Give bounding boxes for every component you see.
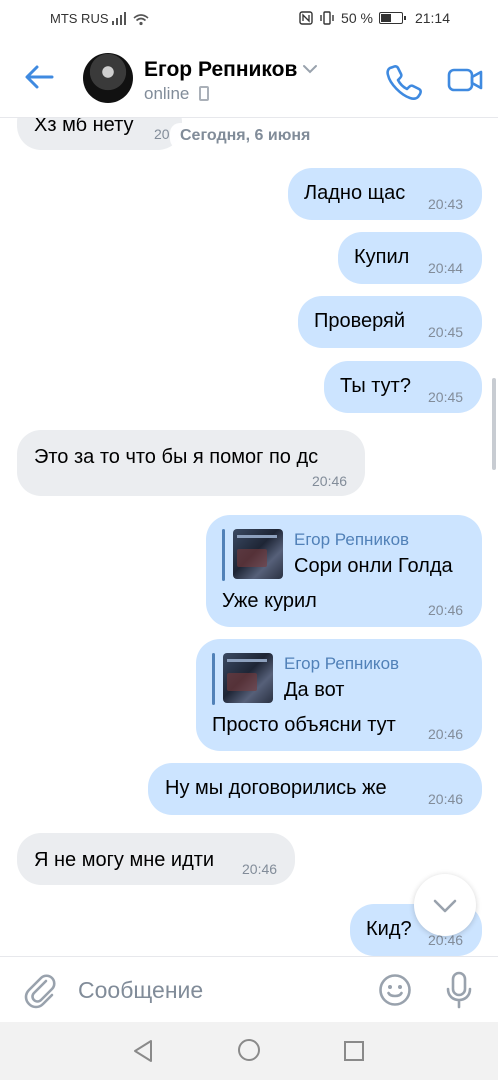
signal-wifi-icon — [112, 12, 149, 26]
contact-status: online — [144, 84, 190, 103]
scrollbar[interactable] — [492, 378, 496, 470]
date-separator: Сегодня, 6 июня — [170, 123, 321, 149]
message-text: Ладно щас — [304, 182, 406, 204]
message-bubble-reply[interactable]: Егор Репников Сори онли Голда Уже курил … — [206, 515, 482, 627]
message-time: 20:46 — [242, 861, 278, 877]
reply-quote: Сори онли Голда — [294, 555, 453, 577]
message-input[interactable] — [78, 969, 358, 1011]
message-bubble-reply[interactable]: Егор Репников Да вот Просто объясни тут … — [196, 639, 482, 751]
reply-bar — [212, 653, 215, 705]
reply-bar — [222, 529, 225, 581]
battery-percent: 50 % — [341, 10, 373, 26]
video-camera-icon[interactable] — [446, 60, 486, 100]
message-bubble[interactable]: Ты тут? 20:45 — [324, 361, 482, 413]
status-right: 50 % 21:14 — [299, 10, 450, 26]
carrier-label: MTS RUS — [50, 11, 109, 26]
nav-back-icon[interactable] — [132, 1039, 154, 1063]
message-bubble[interactable]: Купил 20:44 — [338, 232, 482, 284]
paperclip-icon[interactable] — [22, 971, 58, 1009]
nav-recents-icon[interactable] — [343, 1040, 365, 1062]
message-text: Купил — [354, 246, 410, 268]
message-time: 20:46 — [312, 473, 348, 489]
microphone-icon[interactable] — [444, 971, 474, 1009]
chat-header: Егор Репников online — [0, 38, 498, 118]
reply-quote: Да вот — [284, 679, 345, 701]
battery-icon — [378, 12, 406, 24]
message-bubble[interactable]: Ну мы договорились же 20:46 — [148, 763, 482, 815]
reply-thumbnail[interactable] — [223, 653, 273, 703]
smile-icon[interactable] — [378, 973, 412, 1007]
message-bubble[interactable]: Проверяй 20:45 — [298, 296, 482, 348]
nav-home-icon[interactable] — [237, 1038, 261, 1062]
message-text: Это за то что бы я помог по дс — [34, 446, 319, 468]
message-text: Проверяй — [314, 310, 406, 332]
mobile-device-icon — [199, 86, 209, 101]
clock: 21:14 — [414, 10, 450, 26]
message-text: Ну мы договорились же — [165, 777, 387, 799]
message-bubble[interactable]: Хз мб нету 20 — [17, 118, 182, 150]
vibrate-icon — [320, 11, 334, 25]
message-text: Просто объясни тут — [212, 714, 396, 736]
contact-name[interactable]: Егор Репников — [144, 58, 297, 82]
reply-author: Егор Репников — [294, 530, 410, 549]
status-bar: MTS RUS 50 % 21:14 — [0, 0, 498, 38]
phone-icon[interactable] — [384, 60, 424, 100]
message-time: 20:46 — [428, 791, 464, 807]
message-time: 20:43 — [428, 196, 464, 212]
message-time: 20:44 — [428, 260, 464, 276]
message-text: Я не могу мне идти — [34, 849, 215, 871]
chevron-down-icon — [433, 899, 457, 913]
nfc-icon — [299, 11, 313, 25]
message-text: Хз мб нету — [34, 118, 134, 136]
chevron-down-icon[interactable] — [302, 64, 318, 74]
message-time: 20:46 — [428, 602, 464, 618]
message-text: Уже курил — [222, 590, 317, 612]
message-composer — [0, 956, 498, 1022]
message-bubble[interactable]: Это за то что бы я помог по дс 20:46 — [17, 430, 365, 496]
arrow-left-icon[interactable] — [22, 60, 56, 94]
message-bubble[interactable]: Ладно щас 20:43 — [288, 168, 482, 220]
reply-author: Егор Репников — [284, 654, 400, 673]
message-time: 20 — [154, 126, 170, 142]
message-text: Ты тут? — [340, 375, 411, 397]
message-text: Кид? — [366, 918, 412, 940]
scroll-to-bottom-button[interactable] — [414, 874, 476, 936]
reply-thumbnail[interactable] — [233, 529, 283, 579]
system-navigation-bar — [0, 1022, 498, 1080]
avatar[interactable] — [83, 53, 133, 103]
message-time: 20:45 — [428, 389, 464, 405]
message-bubble[interactable]: Я не могу мне идти 20:46 — [17, 833, 295, 885]
message-time: 20:45 — [428, 324, 464, 340]
message-list[interactable]: Хз мб нету 20 Сегодня, 6 июня Ладно щас … — [0, 118, 498, 956]
message-time: 20:46 — [428, 726, 464, 742]
